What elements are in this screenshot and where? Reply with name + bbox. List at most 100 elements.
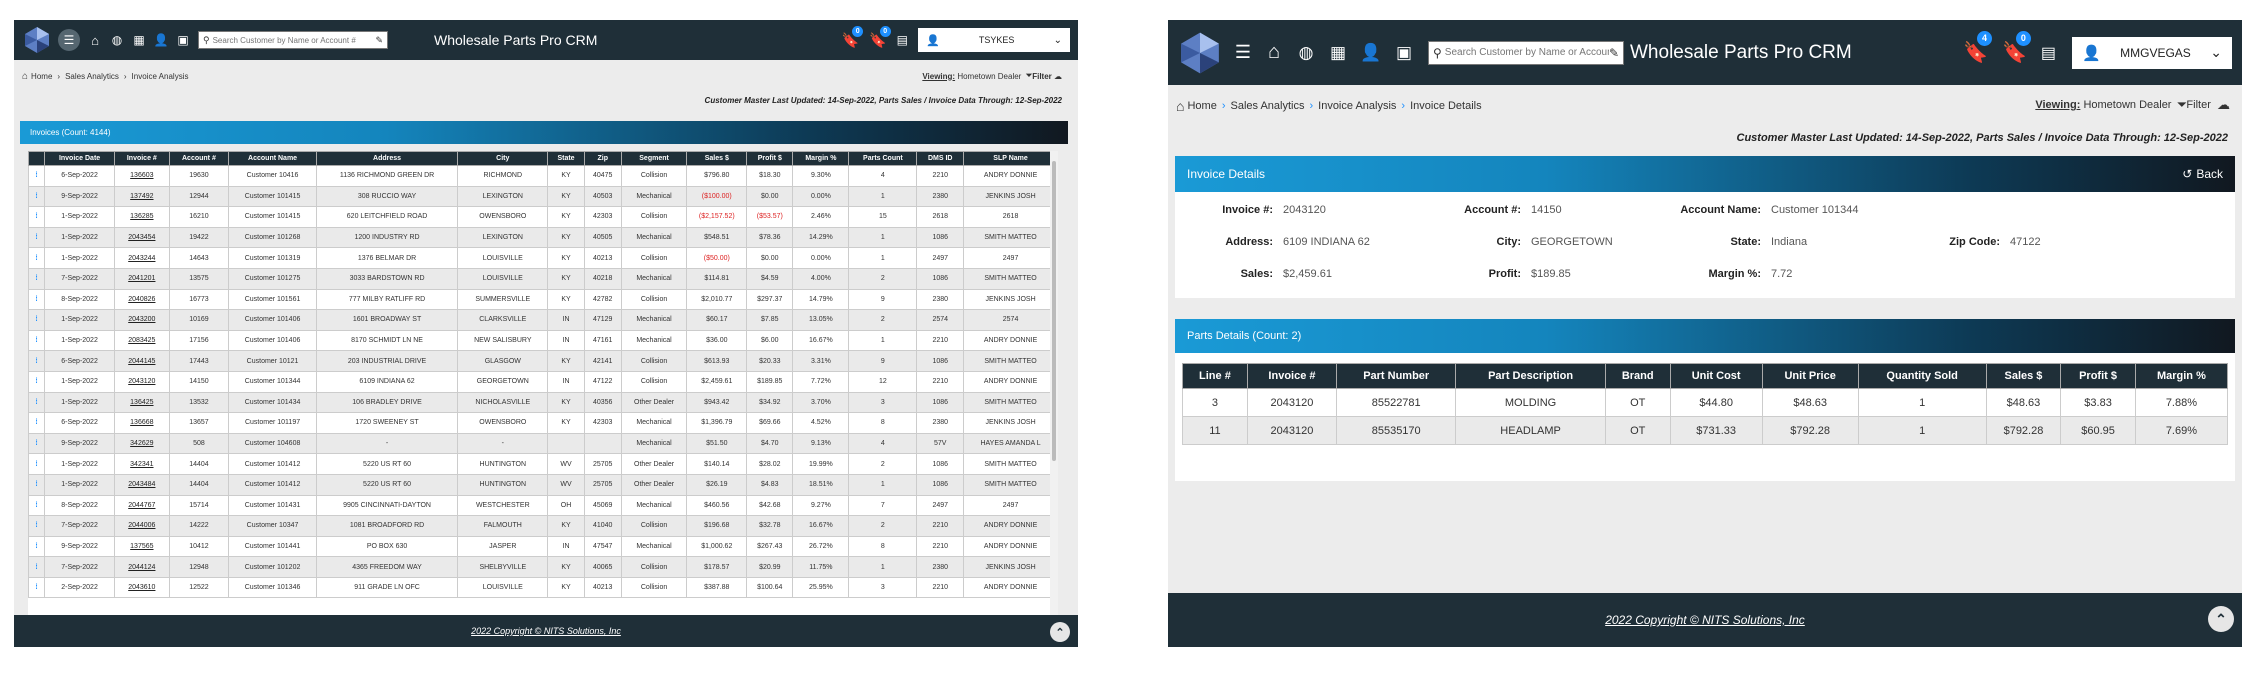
table-cell[interactable]: 2043610: [114, 576, 170, 599]
table-cell[interactable]: 2040826: [114, 288, 170, 311]
table-cell[interactable]: 2041201: [114, 267, 170, 290]
home-icon[interactable]: ⌂: [84, 33, 106, 48]
search-input[interactable]: [212, 35, 376, 45]
menu-icon[interactable]: ☰: [58, 29, 80, 51]
table-row[interactable]: ⁞ 7-Sep-2022 2044006 14222 Customer 10347 108…: [28, 515, 1058, 537]
clipboard-icon[interactable]: ▤: [2041, 43, 2056, 63]
column-header[interactable]: Profit $: [2060, 363, 2136, 389]
edit-icon[interactable]: ✎: [375, 35, 383, 46]
table-row[interactable]: ⁞ 6-Sep-2022 136603 19630 Customer 10416 1136…: [28, 165, 1058, 187]
notification-bell-icon[interactable]: 🔖 0: [842, 25, 864, 49]
row-detail-icon[interactable]: ⁞: [28, 226, 45, 249]
column-header[interactable]: Invoice #: [1246, 363, 1338, 389]
table-row[interactable]: ⁞ 6-Sep-2022 136668 13657 Customer 101197 172…: [28, 412, 1058, 434]
column-header[interactable]: Unit Price: [1761, 363, 1859, 389]
scroll-top-icon[interactable]: ⌃: [1050, 622, 1070, 642]
column-header[interactable]: City: [457, 151, 549, 166]
table-cell[interactable]: 2044145: [114, 350, 170, 372]
viewing-value[interactable]: Hometown Dealer: [957, 72, 1021, 81]
notification-bell-icon[interactable]: 🔖 4: [1963, 31, 1992, 65]
row-detail-icon[interactable]: ⁞: [28, 309, 45, 331]
crumb-invoice-analysis[interactable]: Invoice Analysis: [1318, 100, 1396, 112]
table-row[interactable]: 3 2043120 85522781 MOLDING OT $44.80 $48.63 1 $4…: [1182, 388, 2229, 417]
table-row[interactable]: ⁞ 9-Sep-2022 137492 12944 Customer 101415 308…: [28, 185, 1058, 208]
filter-icon[interactable]: ⏷: [2178, 99, 2187, 112]
row-detail-icon[interactable]: ⁞: [28, 247, 45, 269]
column-header[interactable]: Quantity Sold: [1857, 363, 1987, 389]
table-row[interactable]: ⁞ 1-Sep-2022 2043484 14404 Customer 101412 52…: [28, 473, 1058, 496]
copyright-link[interactable]: 2022 Copyright © NITS Solutions, Inc: [471, 626, 621, 636]
scrollbar-thumb[interactable]: [1052, 161, 1056, 461]
row-detail-icon[interactable]: ⁞: [28, 185, 45, 208]
column-header[interactable]: Part Number: [1336, 363, 1457, 389]
filter-label[interactable]: Filter: [2186, 99, 2210, 111]
table-cell[interactable]: 2083425: [114, 329, 170, 352]
column-header[interactable]: DMS ID: [916, 151, 965, 166]
calendar-icon[interactable]: ▦: [1322, 43, 1354, 63]
row-detail-icon[interactable]: ⁞: [28, 556, 45, 578]
column-header[interactable]: State: [547, 151, 585, 166]
crumb-sales-analytics[interactable]: Sales Analytics: [65, 72, 119, 81]
globe-icon[interactable]: ◍: [1290, 43, 1322, 63]
calendar-check-icon[interactable]: ▣: [1388, 43, 1420, 63]
table-row[interactable]: ⁞ 1-Sep-2022 2083425 17156 Customer 101406 81…: [28, 329, 1058, 352]
table-cell[interactable]: 136425: [114, 391, 170, 414]
column-header[interactable]: Account #: [168, 151, 230, 166]
row-detail-icon[interactable]: ⁞: [28, 412, 45, 434]
crumb-home[interactable]: Home: [31, 72, 52, 81]
cloud-download-icon[interactable]: ☁: [2217, 97, 2230, 113]
customer-search[interactable]: ⚲ ✎: [1428, 40, 1624, 65]
table-row[interactable]: 11 2043120 85535170 HEADLAMP OT $731.33 $792.2…: [1182, 416, 2229, 445]
copyright-link[interactable]: 2022 Copyright © NITS Solutions, Inc: [1605, 613, 1805, 627]
calendar-check-icon[interactable]: ▣: [172, 33, 194, 47]
column-header[interactable]: Sales $: [686, 151, 748, 166]
customer-search[interactable]: ⚲ ✎: [198, 31, 388, 49]
crumb-home[interactable]: Home: [1187, 100, 1216, 112]
row-detail-icon[interactable]: ⁞: [28, 535, 45, 558]
table-row[interactable]: ⁞ 1-Sep-2022 342341 14404 Customer 101412 522…: [28, 453, 1058, 475]
user-dropdown[interactable]: 👤 MMGVEGAS ⌄: [2072, 36, 2232, 69]
table-row[interactable]: ⁞ 1-Sep-2022 2043454 19422 Customer 101268 12…: [28, 226, 1058, 249]
column-header[interactable]: Line #: [1182, 363, 1248, 389]
row-detail-icon[interactable]: ⁞: [28, 494, 45, 517]
column-header[interactable]: Sales $: [1985, 363, 2062, 389]
table-cell[interactable]: 342341: [114, 453, 170, 475]
app-logo-icon[interactable]: [22, 25, 52, 55]
row-detail-icon[interactable]: ⁞: [28, 288, 45, 311]
filter-label[interactable]: Filter: [1032, 72, 1052, 81]
menu-icon[interactable]: ☰: [1228, 42, 1258, 63]
column-header[interactable]: Account Name: [228, 151, 317, 166]
row-detail-icon[interactable]: ⁞: [28, 267, 45, 290]
row-detail-icon[interactable]: ⁞: [28, 165, 45, 187]
row-detail-icon[interactable]: ⁞: [28, 453, 45, 475]
edit-icon[interactable]: ✎: [1609, 46, 1619, 60]
table-cell[interactable]: 342629: [114, 432, 170, 455]
table-cell[interactable]: 136668: [114, 412, 170, 434]
column-header[interactable]: Segment: [620, 151, 688, 166]
table-cell[interactable]: 2043200: [114, 309, 170, 331]
alert-bell-icon[interactable]: 🔖 0: [2002, 31, 2031, 65]
table-cell[interactable]: 2043244: [114, 247, 170, 269]
scroll-top-icon[interactable]: ⌃: [2208, 606, 2234, 632]
row-detail-icon[interactable]: ⁞: [28, 370, 45, 393]
column-header[interactable]: Unit Cost: [1669, 363, 1763, 389]
column-header[interactable]: Brand: [1604, 363, 1671, 389]
table-cell[interactable]: 137492: [114, 185, 170, 208]
home-icon[interactable]: ⌂: [1258, 41, 1290, 64]
table-cell[interactable]: 2043454: [114, 226, 170, 249]
row-detail-icon[interactable]: ⁞: [28, 391, 45, 414]
row-detail-icon[interactable]: ⁞: [28, 473, 45, 496]
table-cell[interactable]: 137565: [114, 535, 170, 558]
table-scrollbar[interactable]: [1050, 151, 1058, 619]
app-logo-icon[interactable]: [1178, 31, 1222, 75]
table-row[interactable]: ⁞ 1-Sep-2022 2043120 14150 Customer 101344 61…: [28, 370, 1058, 393]
crumb-sales-analytics[interactable]: Sales Analytics: [1230, 100, 1304, 112]
row-detail-icon[interactable]: ⁞: [28, 515, 45, 537]
search-input[interactable]: [1444, 47, 1609, 58]
add-user-icon[interactable]: 👤: [150, 33, 172, 47]
cloud-download-icon[interactable]: ☁: [1054, 72, 1062, 81]
table-row[interactable]: ⁞ 1-Sep-2022 2043200 10169 Customer 101406 16…: [28, 309, 1058, 331]
column-header[interactable]: Address: [315, 151, 459, 166]
column-header[interactable]: SLP Name: [963, 151, 1058, 166]
row-detail-icon[interactable]: ⁞: [28, 206, 45, 228]
